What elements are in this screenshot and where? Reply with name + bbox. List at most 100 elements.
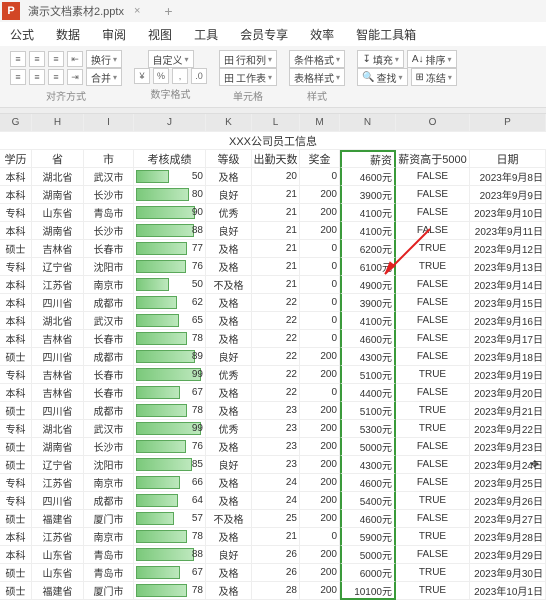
cell-city[interactable]: 成都市 — [84, 492, 134, 510]
cell-score[interactable]: 64 — [134, 492, 206, 510]
cell-gt5000[interactable]: FALSE — [396, 204, 470, 222]
cell-date[interactable]: 2023年9月21日 — [470, 402, 546, 420]
cell-gt5000[interactable]: TRUE — [396, 564, 470, 582]
cell-days[interactable]: 22 — [252, 384, 300, 402]
cell-edu[interactable]: 本科 — [0, 384, 32, 402]
cell-salary[interactable]: 6200元 — [340, 240, 396, 258]
percent-icon[interactable]: % — [153, 68, 169, 84]
find-button[interactable]: 🔍 查找▾ — [357, 68, 407, 86]
cell-score[interactable]: 65 — [134, 312, 206, 330]
cell-date[interactable]: 2023年9月11日 — [470, 222, 546, 240]
cell-salary[interactable]: 4400元 — [340, 384, 396, 402]
header-grade[interactable]: 等级 — [206, 150, 252, 168]
cell-prov[interactable]: 江苏省 — [32, 276, 84, 294]
cell-gt5000[interactable]: FALSE — [396, 294, 470, 312]
cell-prov[interactable]: 四川省 — [32, 294, 84, 312]
cell-bonus[interactable]: 0 — [300, 294, 340, 312]
cell-prov[interactable]: 吉林省 — [32, 366, 84, 384]
cell-days[interactable]: 21 — [252, 204, 300, 222]
cell-bonus[interactable]: 200 — [300, 564, 340, 582]
cell-days[interactable]: 22 — [252, 312, 300, 330]
cell-days[interactable]: 21 — [252, 186, 300, 204]
cell-city[interactable]: 长沙市 — [84, 186, 134, 204]
cell-salary[interactable]: 4100元 — [340, 312, 396, 330]
cell-edu[interactable]: 专科 — [0, 474, 32, 492]
cell-grade[interactable]: 及格 — [206, 528, 252, 546]
cell-date[interactable]: 2023年9月12日 — [470, 240, 546, 258]
cell-score[interactable]: 78 — [134, 582, 206, 600]
cell-salary[interactable]: 5400元 — [340, 492, 396, 510]
cell-date[interactable]: 2023年10月1日 — [470, 582, 546, 600]
sort-button[interactable]: A↓ 排序▾ — [407, 50, 457, 68]
cell-gt5000[interactable]: TRUE — [396, 582, 470, 600]
cell-bonus[interactable]: 0 — [300, 168, 340, 186]
new-tab-icon[interactable]: + — [164, 3, 172, 19]
cell-days[interactable]: 21 — [252, 276, 300, 294]
cell-score[interactable]: 67 — [134, 384, 206, 402]
cell-salary[interactable]: 4300元 — [340, 456, 396, 474]
cell-salary[interactable]: 5000元 — [340, 546, 396, 564]
cell-edu[interactable]: 本科 — [0, 276, 32, 294]
indent-inc-icon[interactable]: ⇥ — [67, 69, 83, 85]
cell-salary[interactable]: 4100元 — [340, 204, 396, 222]
cell-city[interactable]: 成都市 — [84, 348, 134, 366]
freeze-button[interactable]: ⊞ 冻结▾ — [411, 68, 457, 86]
cell-prov[interactable]: 山东省 — [32, 546, 84, 564]
cell-days[interactable]: 22 — [252, 366, 300, 384]
header-date[interactable]: 日期 — [470, 150, 546, 168]
merge-button[interactable]: 合并▾ — [86, 68, 122, 86]
cell-edu[interactable]: 本科 — [0, 222, 32, 240]
cell-city[interactable]: 青岛市 — [84, 546, 134, 564]
cell-gt5000[interactable]: TRUE — [396, 420, 470, 438]
cell-city[interactable]: 长春市 — [84, 384, 134, 402]
cell-prov[interactable]: 辽宁省 — [32, 456, 84, 474]
col-header[interactable]: L — [252, 114, 300, 132]
col-header[interactable]: G — [0, 114, 32, 132]
cell-bonus[interactable]: 200 — [300, 186, 340, 204]
cell-grade[interactable]: 及格 — [206, 312, 252, 330]
rowcol-button[interactable]: 田 行和列▾ — [219, 50, 277, 68]
cell-bonus[interactable]: 200 — [300, 582, 340, 600]
cell-edu[interactable]: 硕士 — [0, 438, 32, 456]
cell-prov[interactable]: 山东省 — [32, 564, 84, 582]
menu-view[interactable]: 视图 — [148, 26, 172, 43]
menu-data[interactable]: 数据 — [56, 26, 80, 43]
cell-days[interactable]: 22 — [252, 294, 300, 312]
cell-gt5000[interactable]: TRUE — [396, 492, 470, 510]
cell-edu[interactable]: 硕士 — [0, 348, 32, 366]
header-score[interactable]: 考核成绩 — [134, 150, 206, 168]
cell-edu[interactable]: 硕士 — [0, 402, 32, 420]
cell-grade[interactable]: 及格 — [206, 240, 252, 258]
cell-city[interactable]: 沈阳市 — [84, 258, 134, 276]
cell-gt5000[interactable]: FALSE — [396, 186, 470, 204]
cell-grade[interactable]: 不及格 — [206, 276, 252, 294]
cell-bonus[interactable]: 200 — [300, 348, 340, 366]
cell-score[interactable]: 77 — [134, 240, 206, 258]
cell-grade[interactable]: 及格 — [206, 384, 252, 402]
cell-city[interactable]: 南京市 — [84, 276, 134, 294]
col-header[interactable]: P — [470, 114, 546, 132]
cell-city[interactable]: 青岛市 — [84, 204, 134, 222]
cell-edu[interactable]: 硕士 — [0, 456, 32, 474]
cell-edu[interactable]: 本科 — [0, 330, 32, 348]
menu-smart[interactable]: 智能工具箱 — [356, 26, 416, 43]
cell-days[interactable]: 25 — [252, 510, 300, 528]
cell-days[interactable]: 23 — [252, 420, 300, 438]
cell-date[interactable]: 2023年9月26日 — [470, 492, 546, 510]
cell-prov[interactable]: 湖北省 — [32, 420, 84, 438]
cell-bonus[interactable]: 0 — [300, 384, 340, 402]
cell-prov[interactable]: 吉林省 — [32, 240, 84, 258]
cell-style-button[interactable]: 表格样式▾ — [289, 68, 345, 86]
cell-gt5000[interactable]: FALSE — [396, 330, 470, 348]
cell-score[interactable]: 50 — [134, 276, 206, 294]
cell-gt5000[interactable]: FALSE — [396, 456, 470, 474]
cell-grade[interactable]: 及格 — [206, 330, 252, 348]
cell-score[interactable]: 88 — [134, 546, 206, 564]
cell-grade[interactable]: 及格 — [206, 564, 252, 582]
cell-prov[interactable]: 湖南省 — [32, 186, 84, 204]
cell-grade[interactable]: 及格 — [206, 258, 252, 276]
cell-city[interactable]: 武汉市 — [84, 420, 134, 438]
cell-edu[interactable]: 本科 — [0, 186, 32, 204]
align-left-icon[interactable]: ≡ — [10, 51, 26, 67]
cell-gt5000[interactable]: TRUE — [396, 366, 470, 384]
